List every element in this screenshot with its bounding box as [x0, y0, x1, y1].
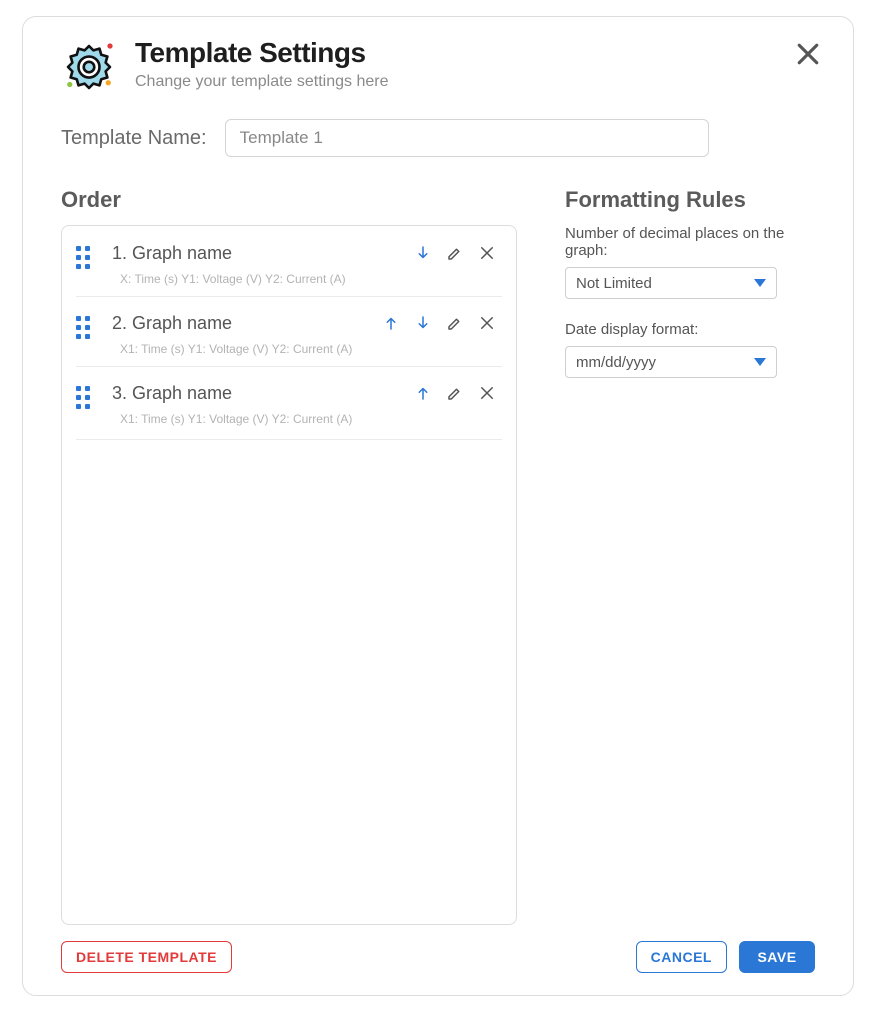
panel-subtitle: Change your template settings here [135, 73, 815, 91]
order-list: 1. Graph name X: Time (s) Y1: Voltage (V… [61, 225, 517, 925]
order-title: Order [61, 187, 517, 213]
date-format-dropdown[interactable]: mm/dd/yyyy [565, 346, 777, 378]
order-item-title: 2. Graph name [112, 313, 380, 334]
decimal-places-dropdown[interactable]: Not Limited [565, 267, 777, 299]
cancel-button[interactable]: CANCEL [636, 941, 727, 973]
order-item-title: 1. Graph name [112, 243, 412, 264]
decimal-places-label: Number of decimal places on the graph: [565, 225, 815, 259]
template-name-row: Template Name: [61, 119, 815, 157]
order-item-axes: X1: Time (s) Y1: Voltage (V) Y2: Current… [112, 342, 498, 356]
template-name-input[interactable] [225, 119, 709, 157]
edit-icon[interactable] [444, 242, 466, 264]
move-up-icon[interactable] [380, 312, 402, 334]
edit-icon[interactable] [444, 382, 466, 404]
gear-icon [61, 39, 117, 95]
drag-handle-icon[interactable] [76, 386, 94, 408]
delete-template-button[interactable]: DELETE TEMPLATE [61, 941, 232, 973]
remove-icon[interactable] [476, 242, 498, 264]
date-format-value: mm/dd/yyyy [576, 354, 766, 371]
move-up-icon[interactable] [412, 382, 434, 404]
close-icon[interactable] [793, 39, 823, 69]
drag-handle-icon[interactable] [76, 246, 94, 268]
panel-title: Template Settings [135, 37, 815, 69]
move-down-icon[interactable] [412, 242, 434, 264]
edit-icon[interactable] [444, 312, 466, 334]
panel-footer: DELETE TEMPLATE CANCEL SAVE [61, 941, 815, 973]
settings-panel: Template Settings Change your template s… [22, 16, 854, 996]
drag-handle-icon[interactable] [76, 316, 94, 338]
template-name-label: Template Name: [61, 127, 207, 150]
chevron-down-icon [754, 279, 766, 287]
panel-header: Template Settings Change your template s… [61, 37, 815, 95]
order-item: 2. Graph name X1: Time (s) Y1: Voltage (… [62, 296, 516, 366]
order-item-axes: X1: Time (s) Y1: Voltage (V) Y2: Current… [112, 412, 498, 426]
remove-icon[interactable] [476, 312, 498, 334]
order-item-title: 3. Graph name [112, 383, 412, 404]
date-format-label: Date display format: [565, 321, 815, 338]
decimal-places-value: Not Limited [576, 275, 766, 292]
chevron-down-icon [754, 358, 766, 366]
order-item-axes: X: Time (s) Y1: Voltage (V) Y2: Current … [112, 272, 498, 286]
save-button[interactable]: SAVE [739, 941, 815, 973]
remove-icon[interactable] [476, 382, 498, 404]
order-item: 1. Graph name X: Time (s) Y1: Voltage (V… [62, 226, 516, 296]
order-item: 3. Graph name X1: Time (s) Y1: Voltage (… [62, 366, 516, 436]
move-down-icon[interactable] [412, 312, 434, 334]
formatting-title: Formatting Rules [565, 187, 815, 213]
